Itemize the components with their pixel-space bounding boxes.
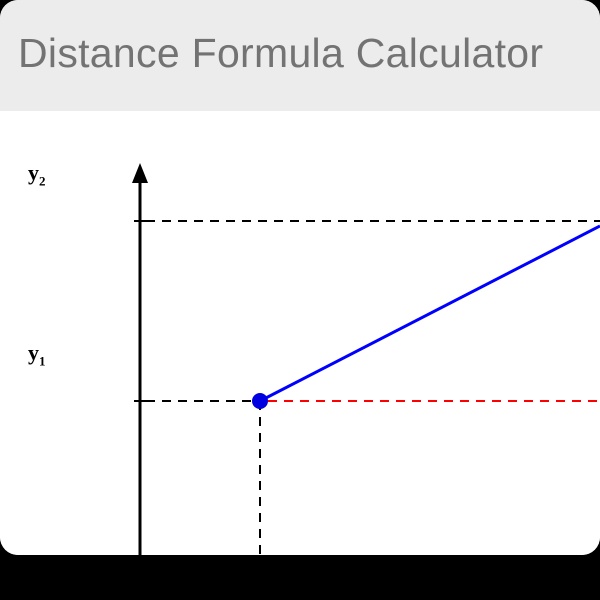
- distance-diagram: [60, 161, 600, 555]
- label-y1: y1: [28, 340, 46, 369]
- label-y1-base: y: [28, 340, 39, 365]
- calculator-card: Distance Formula Calculator: [0, 0, 600, 555]
- card-header: Distance Formula Calculator: [0, 0, 600, 111]
- page-title: Distance Formula Calculator: [18, 30, 582, 77]
- label-y2-base: y: [28, 160, 39, 185]
- label-y2-sub: 2: [39, 173, 46, 188]
- label-y1-sub: 1: [39, 353, 46, 368]
- diagram-area: y2 y1: [0, 111, 600, 555]
- label-y2: y2: [28, 160, 46, 189]
- point-p1: [252, 393, 268, 409]
- y-axis-arrow-icon: [132, 163, 148, 183]
- distance-segment: [260, 226, 600, 401]
